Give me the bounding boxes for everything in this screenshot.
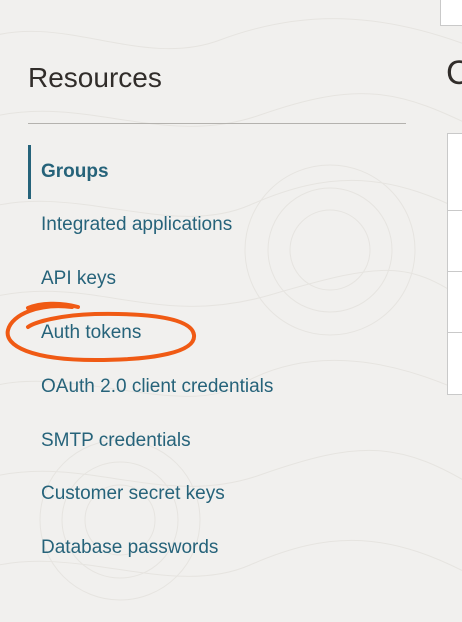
table-row-divider [448, 271, 462, 272]
nav-item-groups[interactable]: Groups [28, 145, 358, 199]
main-heading-partial: C [446, 54, 462, 92]
table-row-divider [448, 210, 462, 211]
nav-item-integrated-applications[interactable]: Integrated applications [28, 198, 358, 252]
title-divider [28, 123, 406, 124]
table-row-divider [448, 332, 462, 333]
nav-item-customer-secret-keys[interactable]: Customer secret keys [28, 467, 358, 521]
nav-item-oauth-client-credentials[interactable]: OAuth 2.0 client credentials [28, 360, 358, 414]
nav-item-smtp-credentials[interactable]: SMTP credentials [28, 414, 358, 468]
nav-item-auth-tokens[interactable]: Auth tokens [28, 306, 358, 360]
nav-item-database-passwords[interactable]: Database passwords [28, 521, 358, 575]
main-table-partial [447, 133, 462, 395]
top-panel-edge [440, 0, 462, 26]
resources-title: Resources [28, 62, 162, 93]
nav-item-api-keys[interactable]: API keys [28, 252, 358, 306]
